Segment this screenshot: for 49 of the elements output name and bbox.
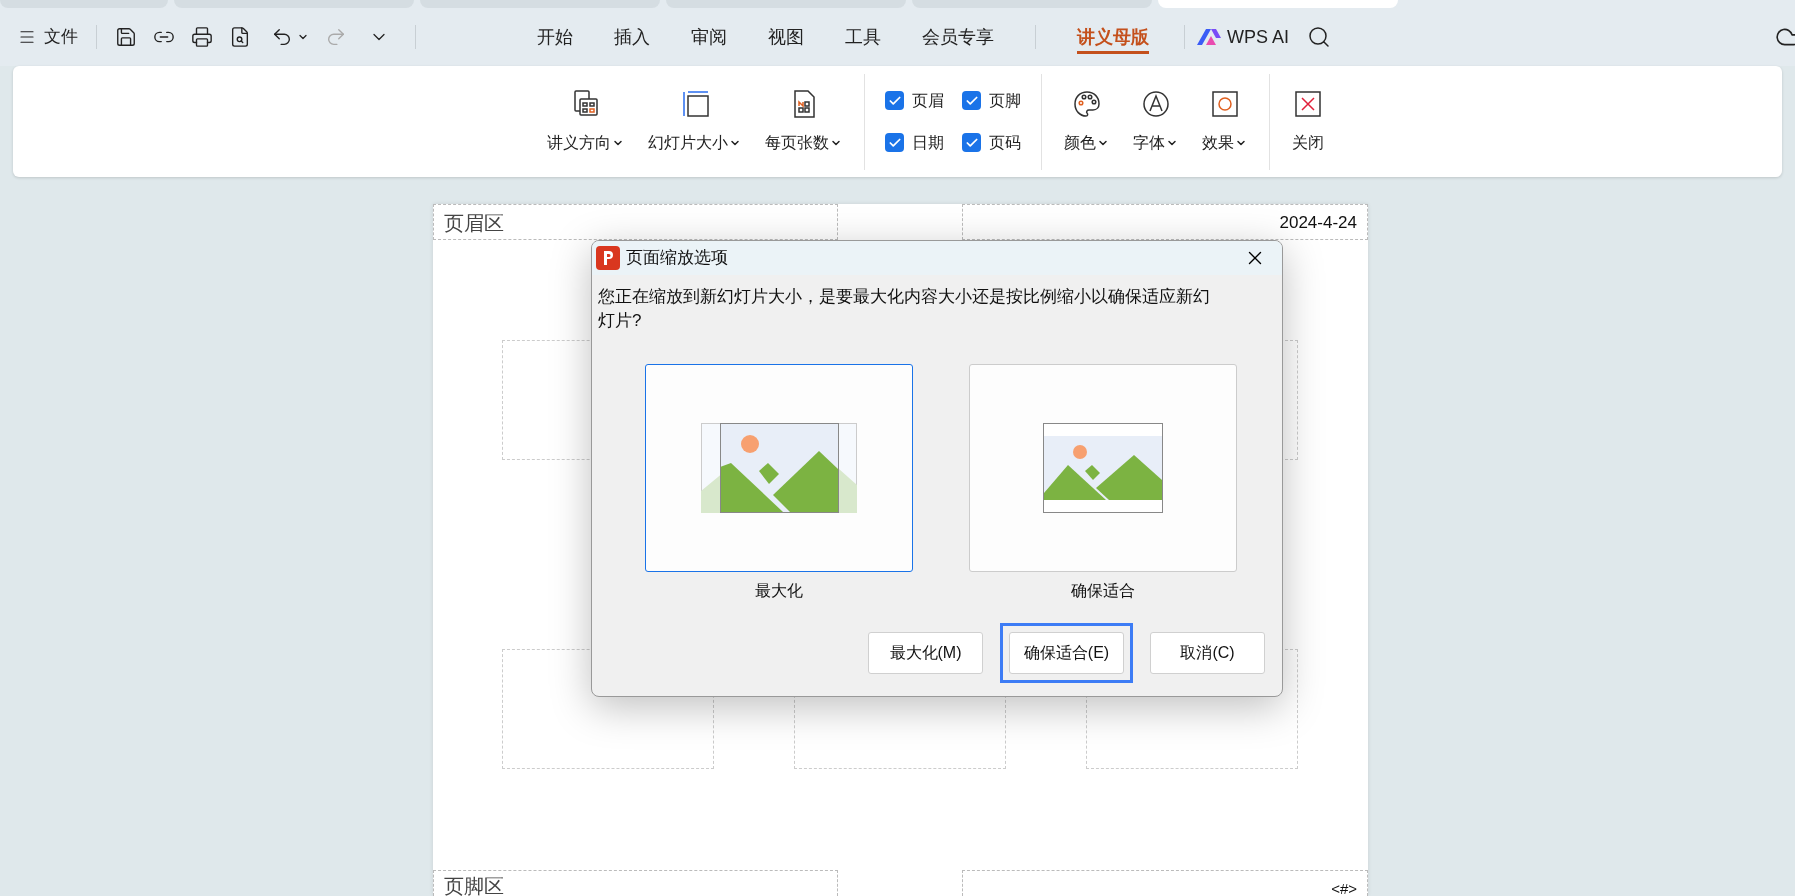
option-label: 最大化	[755, 581, 803, 601]
effect-icon	[1209, 88, 1240, 119]
scale-option-card[interactable]	[969, 364, 1237, 572]
print-preview-icon[interactable]	[229, 26, 251, 48]
option-label: 确保适合	[1071, 581, 1135, 601]
ribbon-button[interactable]: 每页张数	[753, 76, 854, 167]
ribbon-button[interactable]: 效果	[1190, 76, 1259, 167]
print-icon[interactable]	[191, 26, 213, 48]
checkbox-option[interactable]: 页眉	[885, 88, 944, 113]
header-text: 页眉区	[444, 212, 504, 234]
ribbon-tab[interactable]: 视图	[768, 20, 804, 54]
dialog-button[interactable]: 最大化(M)	[868, 632, 983, 674]
ribbon-tab[interactable]: 会员专享	[922, 20, 994, 54]
dialog-title: 页面缩放选项	[626, 247, 728, 270]
letter-circle-icon	[1140, 88, 1171, 119]
app-logo-icon	[596, 246, 620, 270]
checkbox[interactable]	[885, 133, 904, 152]
checkbox-option[interactable]: 日期	[885, 130, 944, 155]
ai-button[interactable]: WPS AI	[1197, 23, 1289, 51]
checkbox[interactable]	[885, 91, 904, 110]
dialog-message: 您正在缩放到新幻灯片大小，是要最大化内容大小还是按比例缩小以确保适应新幻灯片?	[597, 286, 1211, 332]
footer-text: 页脚区	[444, 875, 504, 896]
close-icon	[1293, 88, 1323, 119]
checkbox[interactable]	[962, 133, 981, 152]
ribbon-tab[interactable]: 工具	[845, 20, 881, 54]
undo-icon[interactable]	[271, 26, 293, 48]
ribbon-tab[interactable]: 讲义母版	[1077, 20, 1149, 54]
search-icon[interactable]	[1307, 25, 1331, 49]
palette-icon	[1071, 88, 1102, 119]
dialog-button[interactable]: 确保适合(E)	[1009, 632, 1124, 674]
ribbon-button[interactable]: 字体	[1121, 76, 1190, 167]
dialog-button[interactable]: 取消(C)	[1150, 632, 1265, 674]
ribbon-tab[interactable]: 开始	[537, 20, 573, 54]
ribbon-tab[interactable]: 审阅	[691, 20, 727, 54]
file-menu-button[interactable]: 文件	[18, 24, 78, 50]
ribbon-button[interactable]: 关闭	[1280, 76, 1336, 167]
checkbox[interactable]	[962, 91, 981, 110]
save-icon[interactable]	[115, 26, 137, 48]
date-text: 2024-4-24	[1279, 213, 1357, 232]
ribbon-button[interactable]: 讲义方向	[535, 76, 636, 167]
ribbon-button[interactable]: 幻灯片大小	[636, 76, 753, 167]
page-number-text: <#>	[1331, 880, 1357, 896]
ribbon-tab[interactable]: 插入	[614, 20, 650, 54]
checkbox-option[interactable]: 页码	[962, 130, 1021, 155]
checkbox-option[interactable]: 页脚	[962, 88, 1021, 113]
ai-logo-icon	[1197, 28, 1221, 46]
ribbon-button[interactable]: 颜色	[1052, 76, 1121, 167]
menu-icon	[18, 28, 36, 46]
scale-option-card[interactable]	[645, 364, 913, 572]
